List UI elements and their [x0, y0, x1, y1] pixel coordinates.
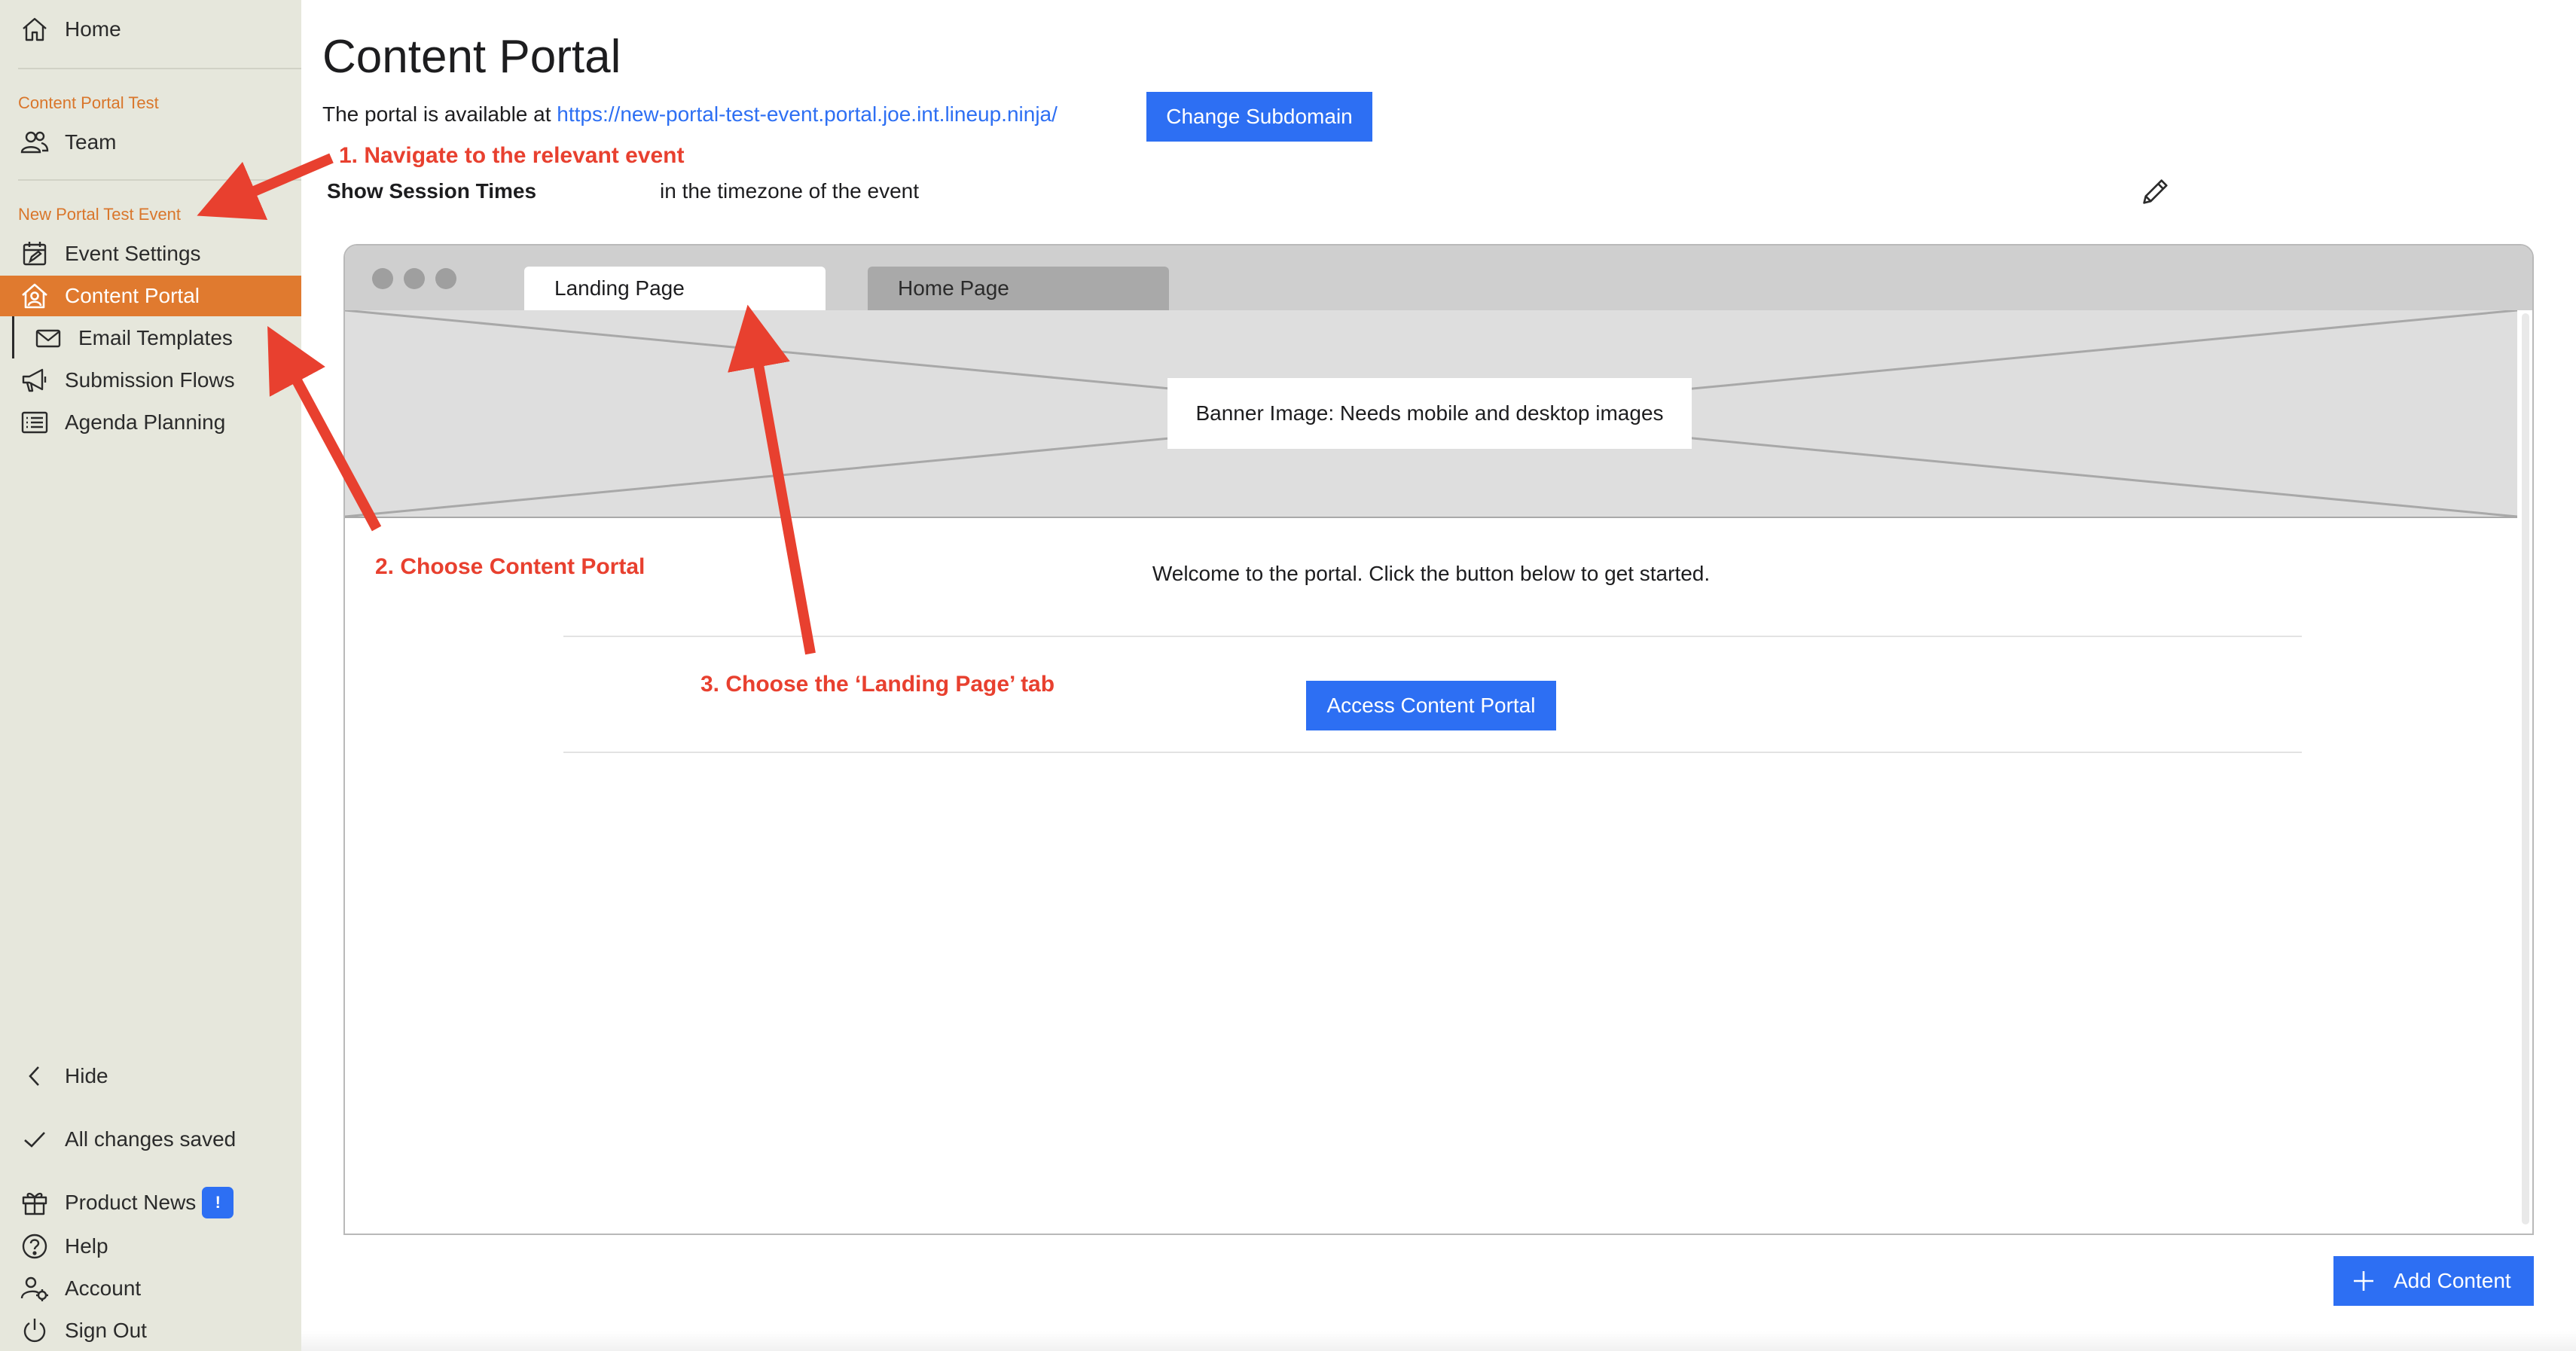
sidebar-item-team[interactable]: Team: [0, 122, 301, 163]
sidebar-divider: [18, 68, 301, 69]
portal-availability: The portal is available at https://new-p…: [322, 102, 1058, 127]
add-content-button[interactable]: Add Content: [2333, 1256, 2534, 1306]
megaphone-icon: [18, 364, 51, 397]
sidebar-divider: [18, 179, 301, 181]
app-window: Home Content Portal Test Team New Portal…: [0, 0, 2576, 1351]
product-news-badge: !: [202, 1187, 234, 1218]
page-title: Content Portal: [322, 31, 621, 83]
welcome-text: Welcome to the portal. Click the button …: [1152, 562, 1711, 585]
envelope-icon: [32, 322, 65, 355]
event-section-label: New Portal Test Event: [18, 205, 182, 224]
session-times-value: in the timezone of the event: [660, 179, 919, 203]
add-content-label: Add Content: [2394, 1269, 2511, 1292]
sidebar-item-home[interactable]: Home: [0, 9, 301, 50]
portal-prefix: The portal is available at: [322, 102, 551, 126]
window-dot-icon: [372, 268, 393, 289]
page-footer-edge: [301, 1331, 2576, 1351]
sidebar-item-label: Product News: [65, 1191, 197, 1214]
plus-icon: [2354, 1271, 2373, 1291]
banner-image-placeholder[interactable]: Banner Image: Needs mobile and desktop i…: [345, 310, 2517, 518]
sidebar-item-agenda-planning[interactable]: Agenda Planning: [0, 402, 301, 443]
tab-landing-page[interactable]: Landing Page: [524, 267, 826, 310]
portal-preview-mockup: Landing Page Home Page Banner Image: Nee…: [343, 244, 2534, 1235]
access-content-portal-button[interactable]: Access Content Portal: [1306, 681, 1556, 730]
tab-label: Landing Page: [554, 276, 685, 300]
sidebar-item-account[interactable]: Account: [0, 1268, 301, 1309]
sidebar-item-label: Sign Out: [65, 1319, 147, 1342]
mockup-browser-chrome: Landing Page Home Page: [345, 245, 2532, 310]
question-circle-icon: [18, 1230, 51, 1263]
gift-icon: [18, 1186, 51, 1219]
sidebar-item-content-portal[interactable]: Content Portal: [0, 276, 301, 316]
power-icon: [18, 1314, 51, 1347]
edit-pencil-icon[interactable]: [2139, 175, 2172, 208]
users-icon: [18, 126, 51, 159]
sidebar-item-sign-out[interactable]: Sign Out: [0, 1310, 301, 1351]
sidebar-item-product-news[interactable]: Product News !: [0, 1182, 301, 1223]
user-gear-icon: [18, 1272, 51, 1305]
sidebar-item-email-templates[interactable]: Email Templates: [0, 318, 301, 358]
home-icon: [18, 13, 51, 46]
sidebar-item-label: Hide: [65, 1064, 108, 1087]
sidebar-item-hide[interactable]: Hide: [0, 1056, 301, 1096]
session-times-label: Show Session Times: [327, 179, 537, 203]
mockup-scrollbar[interactable]: [2522, 313, 2529, 1224]
annotation-step3: 3. Choose the ‘Landing Page’ tab: [700, 672, 1055, 697]
sidebar-item-label: Submission Flows: [65, 368, 235, 392]
divider: [563, 636, 2302, 637]
list-icon: [18, 406, 51, 439]
sidebar-item-label: Email Templates: [78, 326, 233, 349]
window-dot-icon: [404, 268, 425, 289]
org-section-label: Content Portal Test: [18, 93, 159, 112]
sidebar-item-help[interactable]: Help: [0, 1226, 301, 1267]
change-subdomain-button[interactable]: Change Subdomain: [1146, 92, 1372, 142]
calendar-edit-icon: [18, 237, 51, 270]
sidebar-item-label: Home: [65, 17, 121, 41]
sidebar-item-label: Event Settings: [65, 242, 201, 265]
sidebar-item-label: Team: [65, 130, 117, 154]
sidebar-item-label: Content Portal: [65, 284, 200, 307]
sidebar-item-label: Help: [65, 1234, 108, 1258]
annotation-step2: 2. Choose Content Portal: [375, 554, 646, 579]
tab-home-page[interactable]: Home Page: [868, 267, 1169, 310]
window-dot-icon: [435, 268, 456, 289]
sidebar-item-event-settings[interactable]: Event Settings: [0, 233, 301, 274]
chevron-left-icon: [18, 1060, 51, 1093]
annotation-step1: 1. Navigate to the relevant event: [339, 143, 685, 168]
save-status: All changes saved: [0, 1119, 301, 1160]
banner-image-label: Banner Image: Needs mobile and desktop i…: [1167, 378, 1692, 449]
portal-url-link[interactable]: https://new-portal-test-event.portal.joe…: [557, 102, 1058, 126]
checkmark-icon: [18, 1123, 51, 1156]
house-user-icon: [18, 279, 51, 313]
sidebar-item-label: Account: [65, 1276, 142, 1300]
save-status-label: All changes saved: [65, 1127, 237, 1151]
sidebar-item-submission-flows[interactable]: Submission Flows: [0, 360, 301, 401]
divider: [563, 752, 2302, 753]
tab-label: Home Page: [898, 276, 1009, 300]
sidebar: Home Content Portal Test Team New Portal…: [0, 0, 301, 1351]
sidebar-item-label: Agenda Planning: [65, 410, 226, 434]
